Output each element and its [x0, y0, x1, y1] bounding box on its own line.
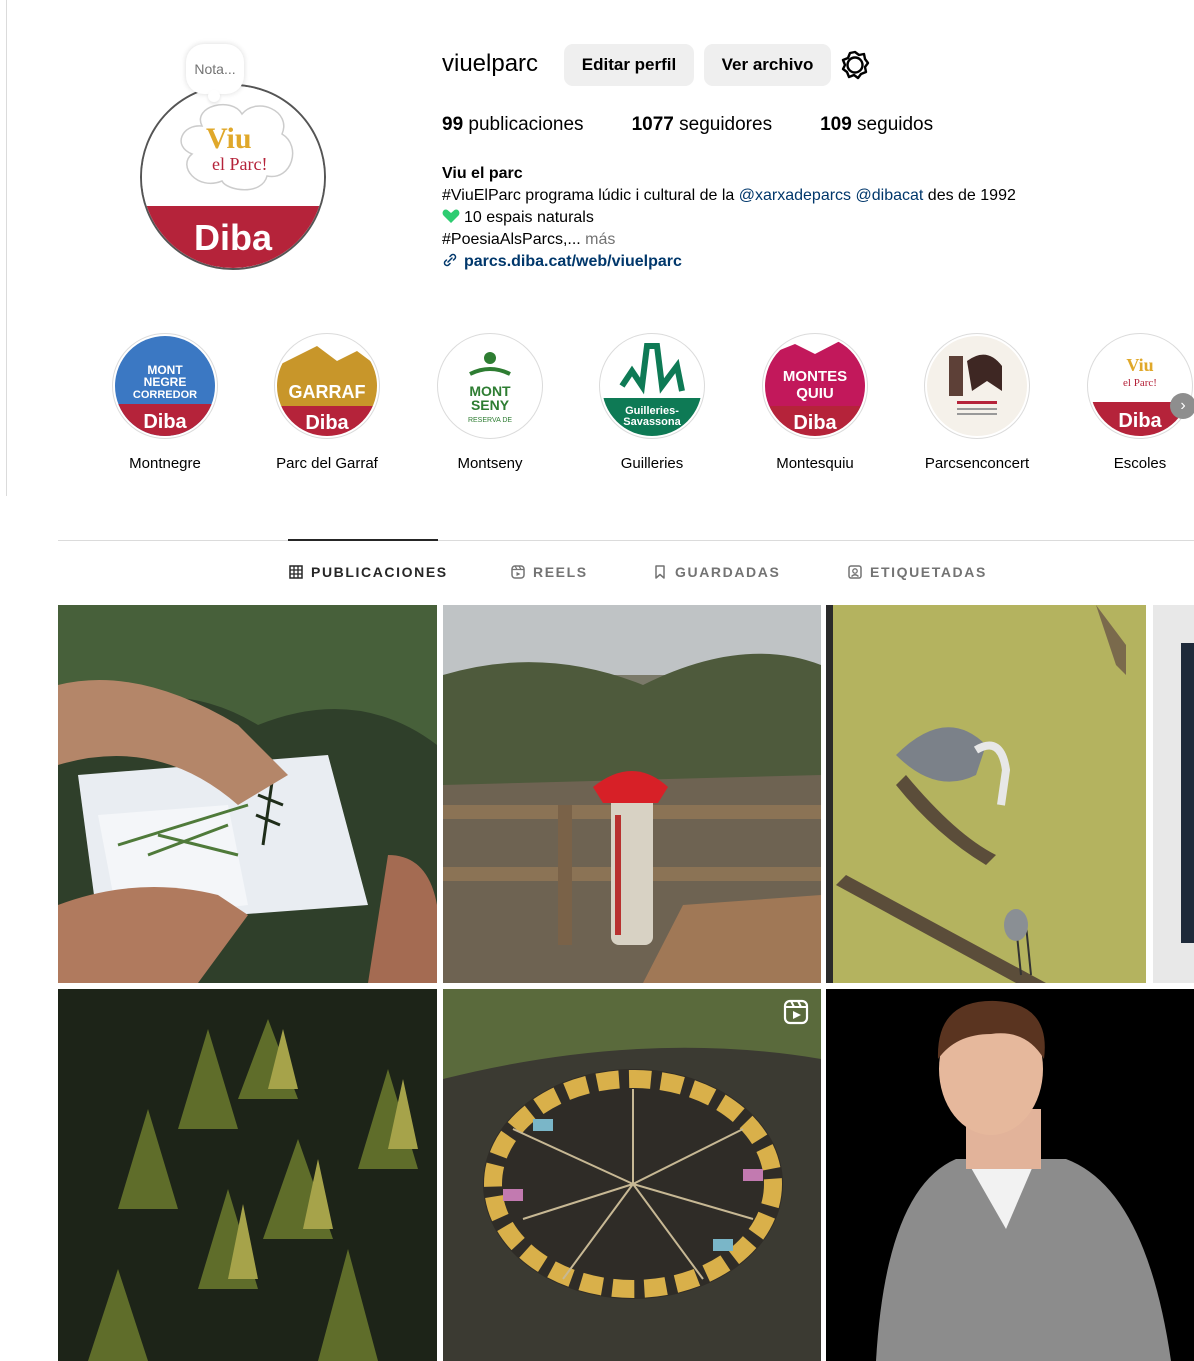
svg-text:el Parc!: el Parc! — [1123, 377, 1157, 389]
mention-xarxadeparcs[interactable]: @xarxadeparcs — [739, 187, 851, 204]
post-image-portrait — [826, 989, 1194, 1361]
profile-bio: Viu el parc #ViuElParc programa lúdic i … — [442, 163, 1016, 273]
tabs-divider — [58, 540, 1194, 541]
post-thumbnail[interactable] — [58, 605, 437, 983]
more-link[interactable]: más — [581, 231, 615, 248]
highlight-label: Parc del Garraf — [276, 455, 378, 472]
highlight-label: Montnegre — [129, 455, 201, 472]
bio-line-3: #PoesiaAlsParcs,... más — [442, 231, 616, 248]
highlight-label: Escoles — [1113, 455, 1167, 472]
post-image-partial — [1153, 605, 1194, 983]
post-thumbnail[interactable] — [58, 989, 437, 1361]
bio-line-2: 10 espais naturals — [442, 207, 1016, 229]
active-tab-indicator — [288, 539, 438, 541]
highlight-montesquiu[interactable]: MONTES QUIU Diba Montesquiu — [750, 333, 880, 472]
svg-text:SENY: SENY — [471, 397, 510, 413]
next-highlights-arrow-icon[interactable]: › — [1170, 393, 1194, 419]
post-image-heron — [826, 605, 1146, 983]
post-image-wooden-figure — [443, 605, 821, 983]
svg-text:CORREDOR: CORREDOR — [133, 389, 197, 401]
highlight-guilleries[interactable]: Guilleries- Savassona Guilleries — [587, 333, 717, 472]
svg-text:Diba: Diba — [1118, 410, 1162, 432]
highlight-parcsenconcert[interactable]: Parcsenconcert — [912, 333, 1042, 472]
tab-reels[interactable]: REELS — [511, 564, 588, 580]
post-image-land-art-circle — [443, 989, 821, 1361]
avatar-viu-text: Viu — [206, 122, 252, 155]
tab-publicaciones[interactable]: PUBLICACIONES — [289, 564, 448, 580]
svg-text:Viu: Viu — [1126, 355, 1153, 375]
posts-stat: 99 publicaciones — [442, 114, 584, 135]
profile-stats: 99 publicaciones 1077 seguidores 109 seg… — [442, 114, 981, 136]
post-thumbnail[interactable] — [826, 605, 1146, 983]
post-thumbnail[interactable] — [1153, 605, 1194, 983]
username: viuelparc — [442, 50, 539, 77]
svg-text:Savassona: Savassona — [623, 416, 681, 428]
followers-stat[interactable]: 1077 seguidores — [632, 114, 773, 136]
highlight-garraf[interactable]: GARRAF Diba Parc del Garraf — [262, 333, 392, 472]
reel-icon — [783, 999, 809, 1025]
post-image-hands-herbarium — [58, 605, 437, 983]
highlight-montseny[interactable]: MONT SENY RESERVA DE Montseny — [425, 333, 555, 472]
green-heart-icon — [442, 209, 460, 223]
highlight-label: Guilleries — [620, 455, 684, 472]
grid-icon — [289, 565, 303, 579]
post-image-pine-forest — [58, 989, 437, 1361]
svg-text:Diba: Diba — [143, 411, 187, 433]
avatar-parc-text: el Parc! — [212, 154, 267, 174]
view-archive-button[interactable]: Ver archivo — [704, 44, 831, 86]
svg-text:GARRAF: GARRAF — [289, 382, 366, 402]
mention-dibacat[interactable]: @dibacat — [856, 187, 924, 204]
highlight-label: Parcsenconcert — [924, 455, 1030, 472]
settings-gear-icon[interactable] — [840, 50, 870, 80]
svg-text:Diba: Diba — [793, 412, 837, 434]
profile-website-link[interactable]: parcs.diba.cat/web/viuelparc — [464, 253, 682, 270]
svg-text:NEGRE: NEGRE — [144, 375, 187, 389]
edit-profile-button[interactable]: Editar perfil — [564, 44, 694, 86]
avatar-diba-text: Diba — [194, 217, 273, 258]
tab-guardadas[interactable]: GUARDADAS — [653, 564, 780, 580]
bookmark-icon — [655, 565, 665, 579]
svg-text:RESERVA DE: RESERVA DE — [468, 417, 512, 424]
profile-avatar[interactable]: Viu el Parc! Diba — [140, 84, 326, 270]
left-divider — [6, 0, 7, 496]
highlight-montnegre[interactable]: MONT NEGRE CORREDOR Diba Montnegre — [100, 333, 230, 472]
note-placeholder: Nota... — [194, 61, 236, 77]
highlight-label: Montesquiu — [776, 455, 854, 472]
bio-link-row[interactable]: parcs.diba.cat/web/viuelparc — [442, 251, 1016, 273]
reels-icon — [511, 565, 525, 579]
svg-text:Diba: Diba — [305, 412, 349, 434]
bio-name: Viu el parc — [442, 165, 523, 182]
highlight-label: Montseny — [457, 455, 523, 472]
post-thumbnail[interactable] — [443, 605, 821, 983]
bio-line-1: #ViuElParc programa lúdic i cultural de … — [442, 187, 1016, 204]
svg-text:MONTES: MONTES — [783, 368, 847, 385]
tab-etiquetadas[interactable]: ETIQUETADAS — [848, 564, 987, 580]
following-stat[interactable]: 109 seguidos — [820, 114, 933, 136]
post-thumbnail[interactable] — [443, 989, 821, 1361]
link-icon — [443, 253, 457, 267]
tagged-icon — [848, 565, 862, 579]
svg-text:QUIU: QUIU — [796, 385, 834, 402]
post-thumbnail[interactable] — [826, 989, 1194, 1361]
note-bubble[interactable]: Nota... — [186, 44, 244, 102]
